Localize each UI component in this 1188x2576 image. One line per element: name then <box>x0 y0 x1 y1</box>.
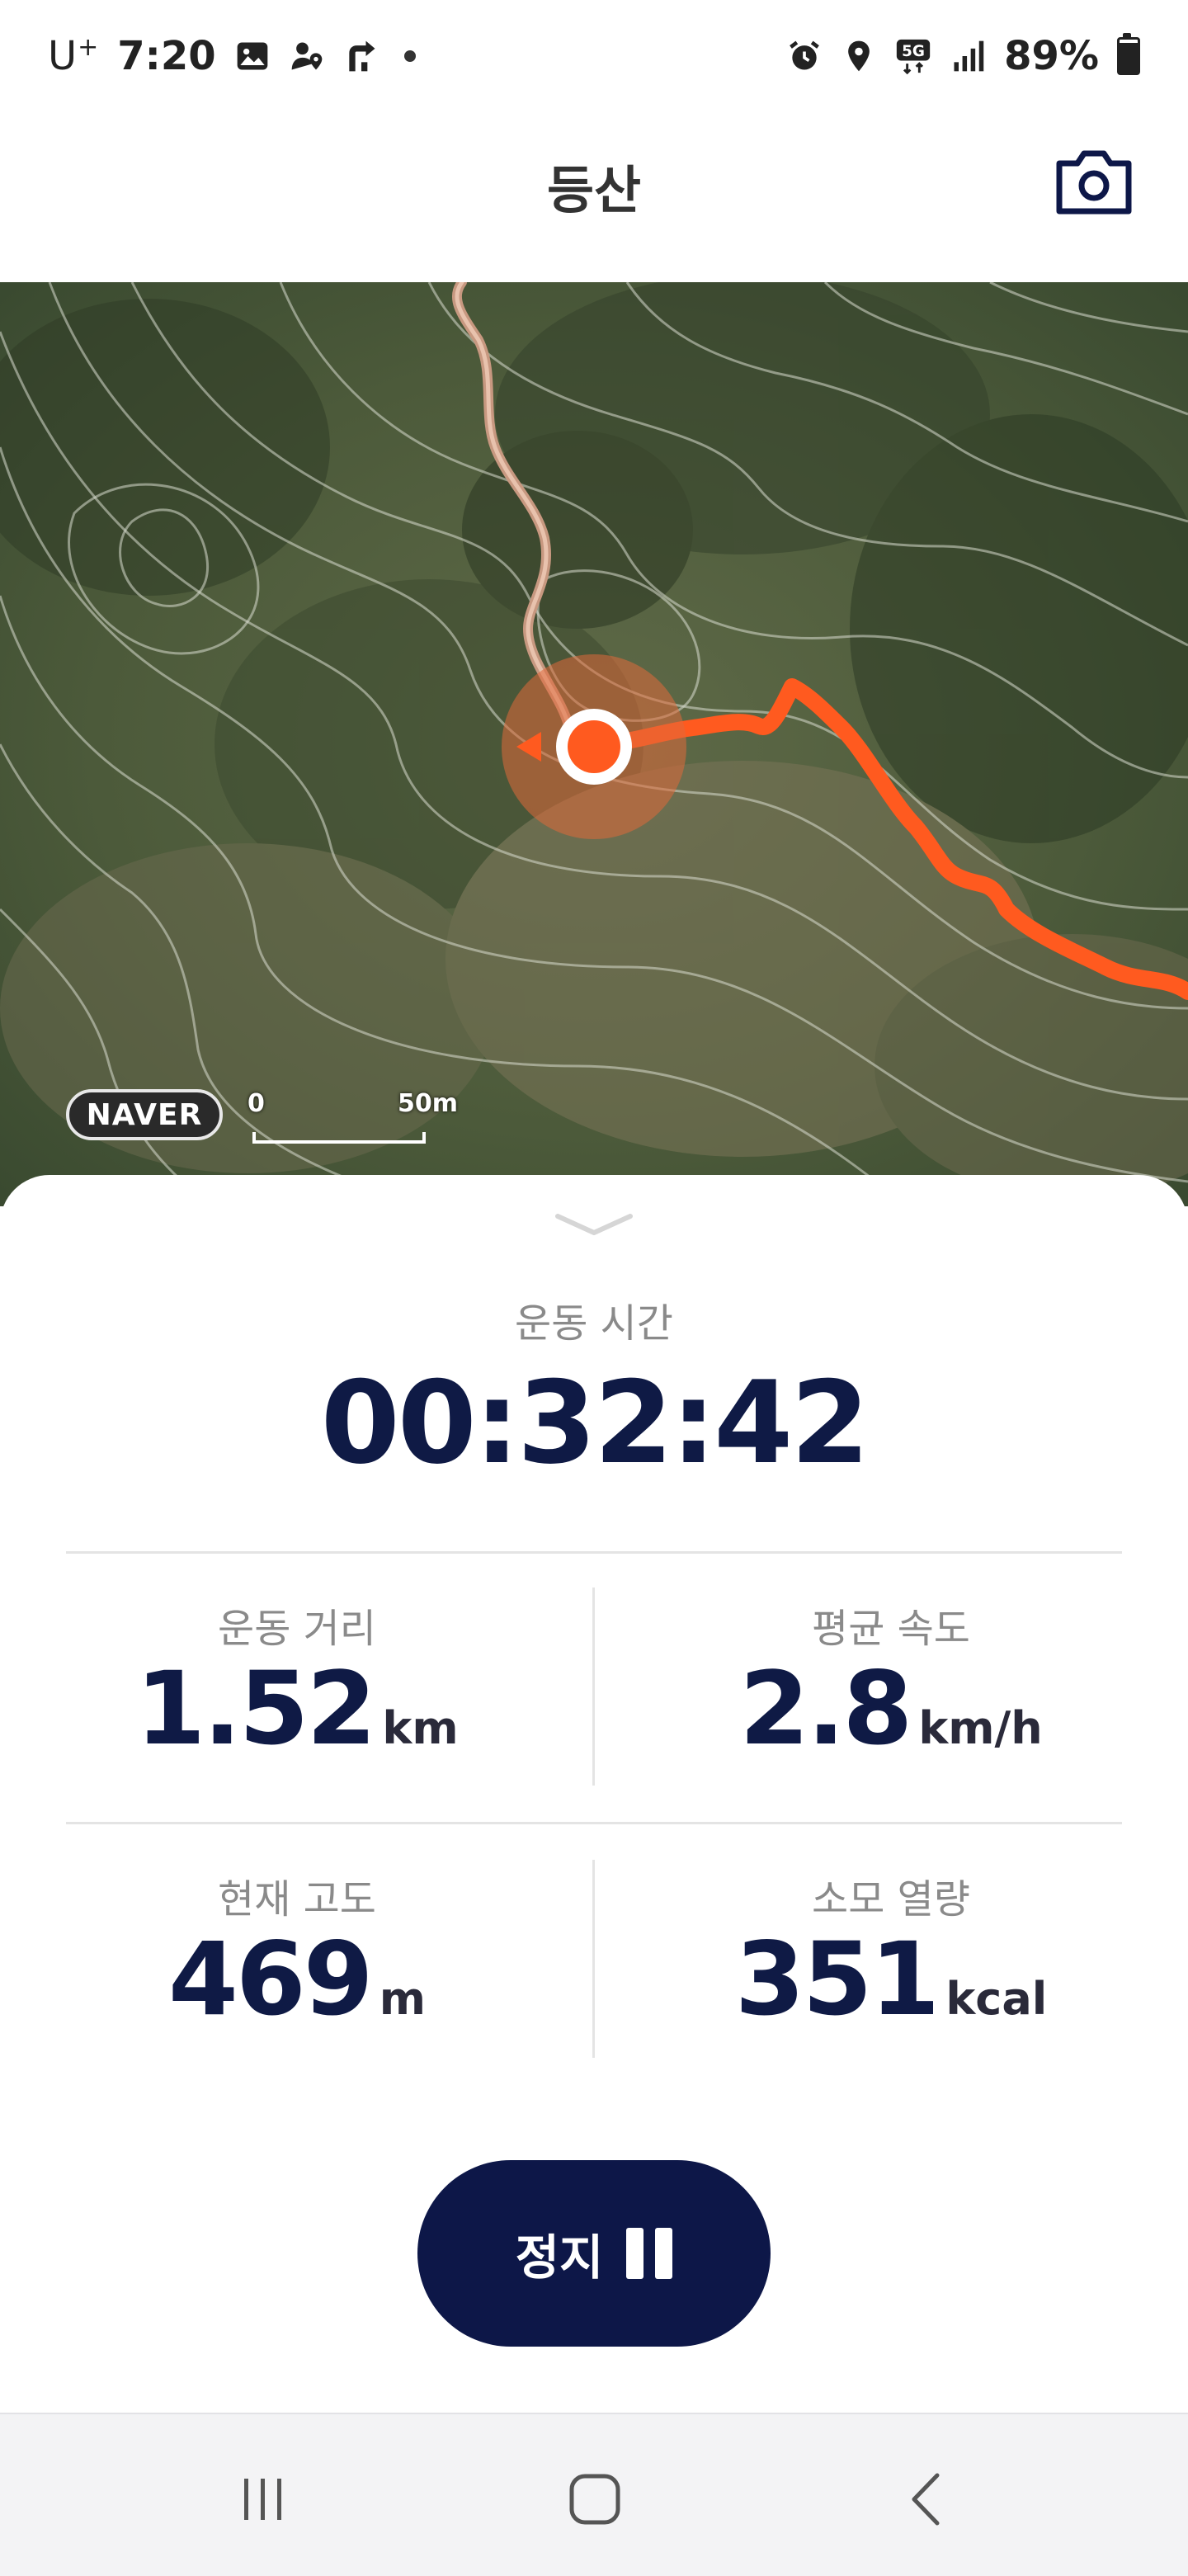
divider <box>66 1551 1122 1554</box>
app-header: 등산 <box>0 107 1188 282</box>
battery-icon <box>1117 33 1140 75</box>
directions-icon <box>349 40 375 72</box>
clock: 7:20 <box>117 33 216 79</box>
recent-apps-button[interactable] <box>226 2462 300 2536</box>
distance-label: 운동 거리 <box>218 1606 376 1652</box>
signal-icon <box>954 40 984 72</box>
altitude-unit: m <box>379 1973 426 2025</box>
alarm-icon <box>790 40 819 70</box>
status-bar-right: 5G 89% <box>786 31 1140 81</box>
calories-unit: kcal <box>945 1973 1048 2025</box>
chevron-down-icon[interactable] <box>553 1208 635 1241</box>
stop-button-label: 정지 <box>515 2231 604 2285</box>
avg-speed-stat: 2.8 km/h <box>594 1650 1188 1767</box>
page-title: 등산 <box>546 160 642 220</box>
person-location-icon <box>291 42 323 70</box>
home-icon <box>569 2474 620 2525</box>
calories-label: 소모 열량 <box>812 1876 970 1923</box>
dot-icon <box>403 50 416 62</box>
status-bar: U+ 7:20 5G 89% <box>0 0 1188 107</box>
divider <box>66 1822 1122 1824</box>
scale-start-label: 0 <box>248 1089 265 1118</box>
status-bar-left: U+ 7:20 <box>48 31 416 81</box>
map-view[interactable]: NAVER 0 50m <box>0 282 1188 1206</box>
carrier-label: U+ <box>48 33 100 79</box>
network-label: 5G <box>902 43 925 60</box>
satellite-map <box>0 282 1188 1206</box>
pause-icon <box>626 2228 673 2279</box>
back-button[interactable] <box>891 2462 965 2536</box>
avg-speed-value: 2.8 <box>739 1650 912 1767</box>
calories-value: 351 <box>734 1921 940 2038</box>
home-button[interactable] <box>558 2462 632 2536</box>
recent-apps-icon <box>244 2479 281 2520</box>
battery-percent: 89% <box>1004 33 1099 79</box>
battery-fill <box>1120 43 1138 73</box>
avg-speed-label: 평균 속도 <box>812 1606 970 1652</box>
duration-label: 운동 시간 <box>515 1300 673 1347</box>
location-pin-icon <box>848 40 870 72</box>
5g-icon: 5G <box>896 39 931 74</box>
scale-end-label: 50m <box>398 1089 459 1118</box>
workout-sheet: 운동 시간 00:32:42 운동 거리 1.52 km 평균 속도 2.8 k… <box>0 1175 1188 2413</box>
map-provider-logo: NAVER <box>66 1089 223 1140</box>
camera-icon <box>1056 150 1132 215</box>
altitude-value: 469 <box>168 1921 374 2038</box>
duration-value: 00:32:42 <box>320 1356 870 1489</box>
altitude-stat: 469 m <box>0 1921 594 2038</box>
calories-stat: 351 kcal <box>594 1921 1188 2038</box>
stop-button[interactable]: 정지 <box>417 2160 771 2347</box>
distance-value: 1.52 <box>135 1650 376 1767</box>
back-icon <box>912 2473 940 2526</box>
avg-speed-unit: km/h <box>918 1702 1043 1754</box>
map-scale-bar <box>252 1132 426 1144</box>
distance-stat: 1.52 km <box>0 1650 594 1767</box>
camera-button[interactable] <box>1054 147 1134 216</box>
distance-unit: km <box>382 1702 459 1754</box>
gallery-icon <box>237 42 268 70</box>
altitude-label: 현재 고도 <box>218 1876 376 1923</box>
system-nav-bar <box>0 2413 1188 2576</box>
